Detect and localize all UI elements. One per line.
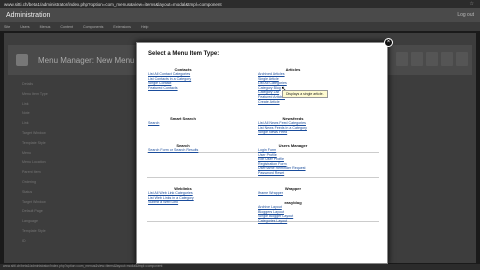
logout-link[interactable]: Log out bbox=[457, 12, 474, 18]
form-label: Menu Location bbox=[22, 160, 46, 165]
form-label: Default Page bbox=[22, 209, 43, 214]
group-weblinks: Weblinks List All Web Link Categories List… bbox=[148, 186, 218, 205]
form-label: Link bbox=[22, 101, 29, 106]
url-text[interactable]: www.sitti.ch/beta1/administrator/index.p… bbox=[4, 2, 222, 7]
form-label: Parent Item bbox=[22, 170, 41, 175]
group-easyblog: easyblog Archive Layout Bloggers Layout Sin… bbox=[258, 200, 328, 223]
menu-type-link[interactable]: Submit a Web Link bbox=[148, 200, 218, 205]
menu-type-link[interactable]: Search Form or Search Results bbox=[148, 148, 218, 153]
menubar-item[interactable]: Site bbox=[4, 25, 10, 29]
menubar-item[interactable]: Menus bbox=[40, 25, 51, 29]
menu-type-link[interactable]: Featured Contacts bbox=[148, 86, 218, 91]
form-label: Target Window bbox=[22, 130, 46, 135]
status-bar: www.sitti.ch/beta1/administrator/index.p… bbox=[0, 264, 480, 270]
modal-title: Select a Menu Item Type: bbox=[148, 51, 220, 57]
form-label: Ordering bbox=[22, 179, 36, 184]
form-label: Status bbox=[22, 189, 33, 194]
menu-type-link[interactable]: Categories Layout bbox=[258, 219, 328, 224]
form-label: Note bbox=[22, 111, 30, 116]
admin-title: Administration bbox=[6, 11, 51, 19]
menu-type-link[interactable]: Single News Feed bbox=[258, 130, 328, 135]
form-label: Menu Item Type bbox=[22, 91, 48, 96]
form-label: Target Window bbox=[22, 199, 46, 204]
menubar-item[interactable]: Help bbox=[141, 25, 148, 29]
menubar-item[interactable]: Components bbox=[83, 25, 103, 29]
menu-manager-icon bbox=[16, 54, 28, 66]
group-search: Search Search Form or Search Results bbox=[148, 143, 218, 153]
close-icon[interactable]: × bbox=[384, 38, 393, 47]
group-usersmanager: Users Manager Login Form User Profile Edit … bbox=[258, 143, 328, 176]
admin-header: Administration Log out bbox=[0, 8, 480, 22]
bookmark-star-icon[interactable]: ☆ bbox=[470, 1, 474, 7]
form-label: Details bbox=[22, 82, 33, 86]
menu-type-link[interactable]: Password Reset bbox=[258, 171, 328, 176]
menu-type-link[interactable]: Iframe Wrapper bbox=[258, 191, 328, 196]
group-articles: Articles Archived Articles Single Article L… bbox=[258, 67, 328, 104]
menubar-item[interactable]: Users bbox=[20, 25, 29, 29]
form-label: Template Style bbox=[22, 228, 46, 233]
browser-address-bar[interactable]: www.sitti.ch/beta1/administrator/index.p… bbox=[0, 0, 480, 8]
cancel-button[interactable] bbox=[441, 52, 453, 66]
menu-type-link[interactable]: Search bbox=[148, 121, 218, 126]
form-label: ID bbox=[22, 238, 26, 243]
group-contacts: Contacts List All Contact Categories List … bbox=[148, 67, 218, 90]
form-label: Language bbox=[22, 219, 38, 224]
group-newsfeeds: Newsfeeds List All News Feed Categories Li… bbox=[258, 116, 328, 135]
form-label: Template Style bbox=[22, 140, 46, 145]
admin-menubar: Site Users Menus Content Components Extension… bbox=[0, 22, 480, 31]
save-new-button[interactable] bbox=[426, 52, 438, 66]
menu-type-link[interactable]: Create Article bbox=[258, 100, 328, 105]
save-close-button[interactable] bbox=[411, 52, 423, 66]
form-label: Link bbox=[22, 121, 29, 126]
help-button[interactable] bbox=[456, 52, 468, 66]
group-smartsearch: Smart Search Search bbox=[148, 116, 218, 126]
form-labels: Details Menu Item Type Link Note Link Target … bbox=[22, 82, 122, 249]
divider bbox=[147, 177, 379, 178]
menubar-item[interactable]: Content bbox=[60, 25, 73, 29]
group-wrapper: Wrapper Iframe Wrapper bbox=[258, 186, 328, 196]
tooltip: Displays a single article. bbox=[282, 90, 328, 98]
form-label: Menu bbox=[22, 150, 31, 155]
menubar-item[interactable]: Extensions bbox=[113, 25, 131, 29]
save-button[interactable] bbox=[396, 52, 408, 66]
toolbar bbox=[396, 52, 468, 66]
